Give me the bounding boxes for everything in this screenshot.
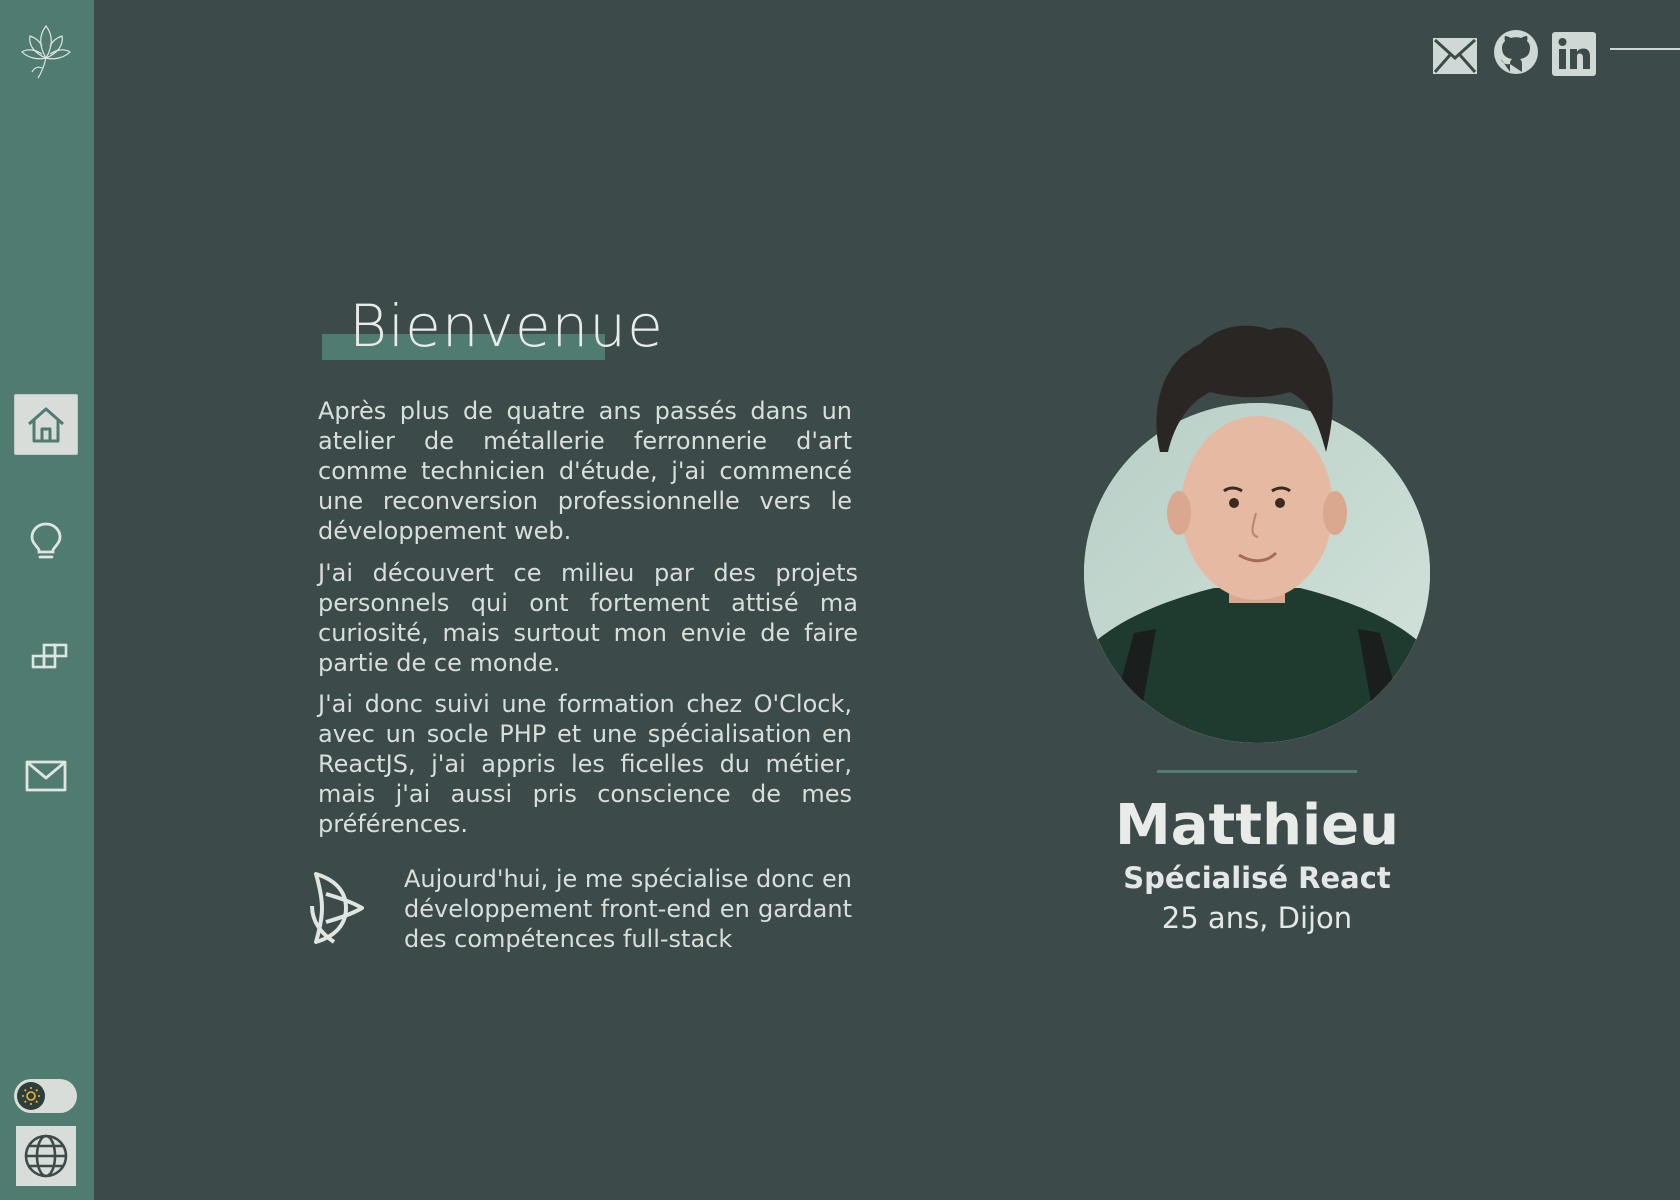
intro-paragraph-1: Après plus de quatre ans passés dans un … — [318, 397, 852, 545]
intro-paragraph-4: Aujourd'hui, je me spécialise donc en dé… — [404, 865, 852, 953]
nav-skills[interactable] — [14, 510, 78, 571]
profile-divider — [1157, 770, 1357, 773]
lotus-icon — [306, 866, 370, 950]
linkedin-icon — [1552, 32, 1596, 76]
language-button[interactable] — [16, 1126, 76, 1186]
intro-paragraph-3: J'ai donc suivi une formation chez O'Clo… — [318, 690, 852, 838]
intro-paragraph-2: J'ai découvert ce milieu par des projets… — [318, 559, 858, 677]
mail-icon — [25, 760, 67, 791]
nav-projects[interactable] — [14, 627, 78, 688]
lightbulb-icon — [30, 522, 62, 558]
blocks-icon — [31, 643, 68, 668]
github-link[interactable] — [1492, 28, 1540, 76]
nav-contact[interactable] — [14, 745, 78, 806]
github-icon — [1494, 30, 1538, 74]
sidebar — [0, 0, 94, 1200]
email-link[interactable] — [1432, 32, 1478, 80]
mail-icon — [1433, 38, 1477, 74]
profile-age-city: 25 ans, Dijon — [1161, 901, 1353, 935]
home-icon — [28, 407, 64, 442]
theme-toggle[interactable] — [14, 1079, 77, 1113]
profile-hair — [1156, 325, 1333, 452]
linkedin-link[interactable] — [1552, 30, 1596, 78]
profile-name: Matthieu — [1115, 793, 1399, 858]
sun-icon — [22, 1087, 40, 1105]
theme-toggle-knob — [17, 1082, 45, 1110]
page-title: Bienvenue — [349, 292, 664, 360]
flower-logo-icon[interactable] — [14, 18, 78, 82]
nav-home[interactable] — [14, 394, 78, 455]
globe-icon — [24, 1134, 68, 1178]
profile-specialty: Spécialisé React — [1123, 861, 1391, 895]
header-divider — [1610, 48, 1680, 50]
